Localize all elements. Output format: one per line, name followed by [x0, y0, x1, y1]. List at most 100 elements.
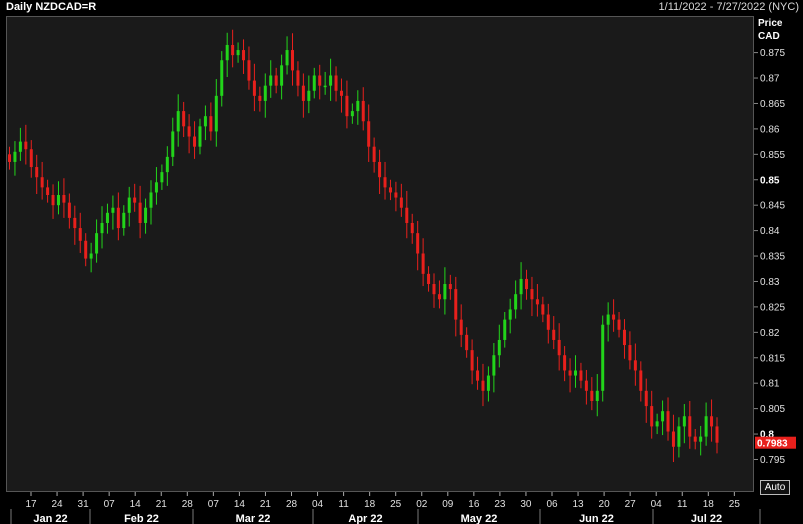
candle-body [334, 75, 338, 91]
candle-body [454, 289, 458, 320]
candle-body [492, 355, 496, 376]
candle-body [46, 187, 50, 196]
candlestick-chart: 0.875 0.87 0.865 0.86 0.855 0.85 0.845 0.84 0.83… [8, 29, 796, 524]
candle-body [437, 294, 441, 300]
candle-body [399, 197, 403, 208]
candle-body [688, 416, 692, 437]
auto-scale-button[interactable]: Auto [760, 480, 790, 495]
candle-body [405, 207, 409, 223]
x-tick-label: 04 [651, 499, 663, 510]
candle-body [312, 75, 316, 91]
x-tick-label: 07 [208, 499, 220, 510]
candle-body [584, 380, 588, 391]
x-tick-label: 23 [494, 499, 506, 510]
x-tick-label: 31 [78, 499, 90, 510]
y-tick-label: 0.805 [760, 404, 785, 415]
candle-body [563, 355, 567, 371]
candle-body [530, 289, 534, 300]
candle-body [345, 95, 349, 117]
y-tick-label: 0.815 [760, 353, 785, 364]
candle-body [291, 50, 294, 71]
candle-body [459, 319, 463, 335]
candle-body [51, 195, 55, 206]
candle-body [622, 329, 626, 346]
candle-body [40, 177, 44, 188]
x-month-label: Apr 22 [348, 513, 382, 524]
y-tick-label: 0.81 [760, 379, 780, 390]
candle-body [650, 406, 654, 427]
candle-body [612, 314, 616, 320]
candle-body [606, 314, 610, 325]
candle-body [356, 100, 360, 112]
candle-body [171, 131, 175, 157]
candle-body [127, 197, 131, 213]
y-tick-label: 0.845 [760, 201, 785, 212]
candle-body [579, 370, 583, 381]
candle-body [133, 197, 137, 203]
candle-body [552, 329, 556, 340]
candle-body [149, 192, 153, 208]
candle-body [247, 60, 251, 81]
x-month-label: Feb 22 [124, 513, 159, 524]
x-tick-label: 21 [260, 499, 272, 510]
x-tick-label: 17 [25, 499, 37, 510]
x-tick-label: 07 [104, 499, 116, 510]
candle-body [116, 207, 120, 229]
x-month-label: Mar 22 [236, 513, 271, 524]
candle-body [263, 85, 267, 101]
candle-body [448, 284, 452, 290]
x-tick-label: 04 [312, 499, 324, 510]
x-tick-label: 24 [51, 499, 63, 510]
candle-body [214, 95, 218, 132]
candle-body [18, 141, 22, 152]
x-tick-label: 30 [520, 499, 532, 510]
candle-body [252, 80, 256, 96]
candle-body [503, 319, 507, 340]
candle-body [601, 324, 605, 391]
candle-body [280, 65, 284, 86]
candle-body [595, 390, 599, 401]
candle-body [497, 339, 501, 356]
candle-body [394, 192, 398, 198]
candle-body [231, 44, 235, 56]
candle-body [715, 426, 719, 443]
y-tick-label: 0.83 [760, 277, 780, 288]
candle-body [410, 222, 414, 234]
y-tick-label: 0.825 [760, 302, 785, 313]
candle-body [301, 85, 305, 101]
candle-body [198, 126, 202, 147]
candle-body [535, 299, 539, 305]
candle-body [666, 411, 670, 432]
candle-body [274, 75, 278, 86]
x-tick-label: 21 [156, 499, 168, 510]
candle-body [165, 156, 169, 173]
candle-body [514, 294, 518, 310]
y-tick-label: 0.85 [760, 175, 780, 186]
candle-body [590, 390, 594, 401]
candle-body [73, 217, 77, 229]
x-tick-label: 16 [468, 499, 480, 510]
y-tick-label: 0.795 [760, 455, 785, 466]
candle-body [95, 233, 99, 254]
candle-body [525, 278, 529, 290]
x-tick-label: 14 [130, 499, 142, 510]
candles-group [8, 29, 719, 463]
candle-body [465, 334, 469, 351]
candle-body [13, 151, 17, 162]
candle-body [160, 172, 164, 183]
candle-body [329, 75, 333, 86]
candle-body [258, 95, 262, 101]
candle-body [35, 167, 39, 178]
x-tick-label: 25 [729, 499, 741, 510]
candle-body [443, 284, 447, 300]
candle-body [699, 436, 703, 442]
y-tick-label: 0.855 [760, 150, 785, 161]
candle-body [24, 141, 28, 150]
last-price-label: 0.7983 [757, 439, 788, 450]
candle-body [661, 411, 665, 422]
candle-body [269, 75, 273, 86]
x-tick-label: 13 [572, 499, 584, 510]
candle-body [541, 304, 545, 315]
x-month-label: Jun 22 [579, 513, 614, 524]
candle-body [416, 233, 420, 254]
